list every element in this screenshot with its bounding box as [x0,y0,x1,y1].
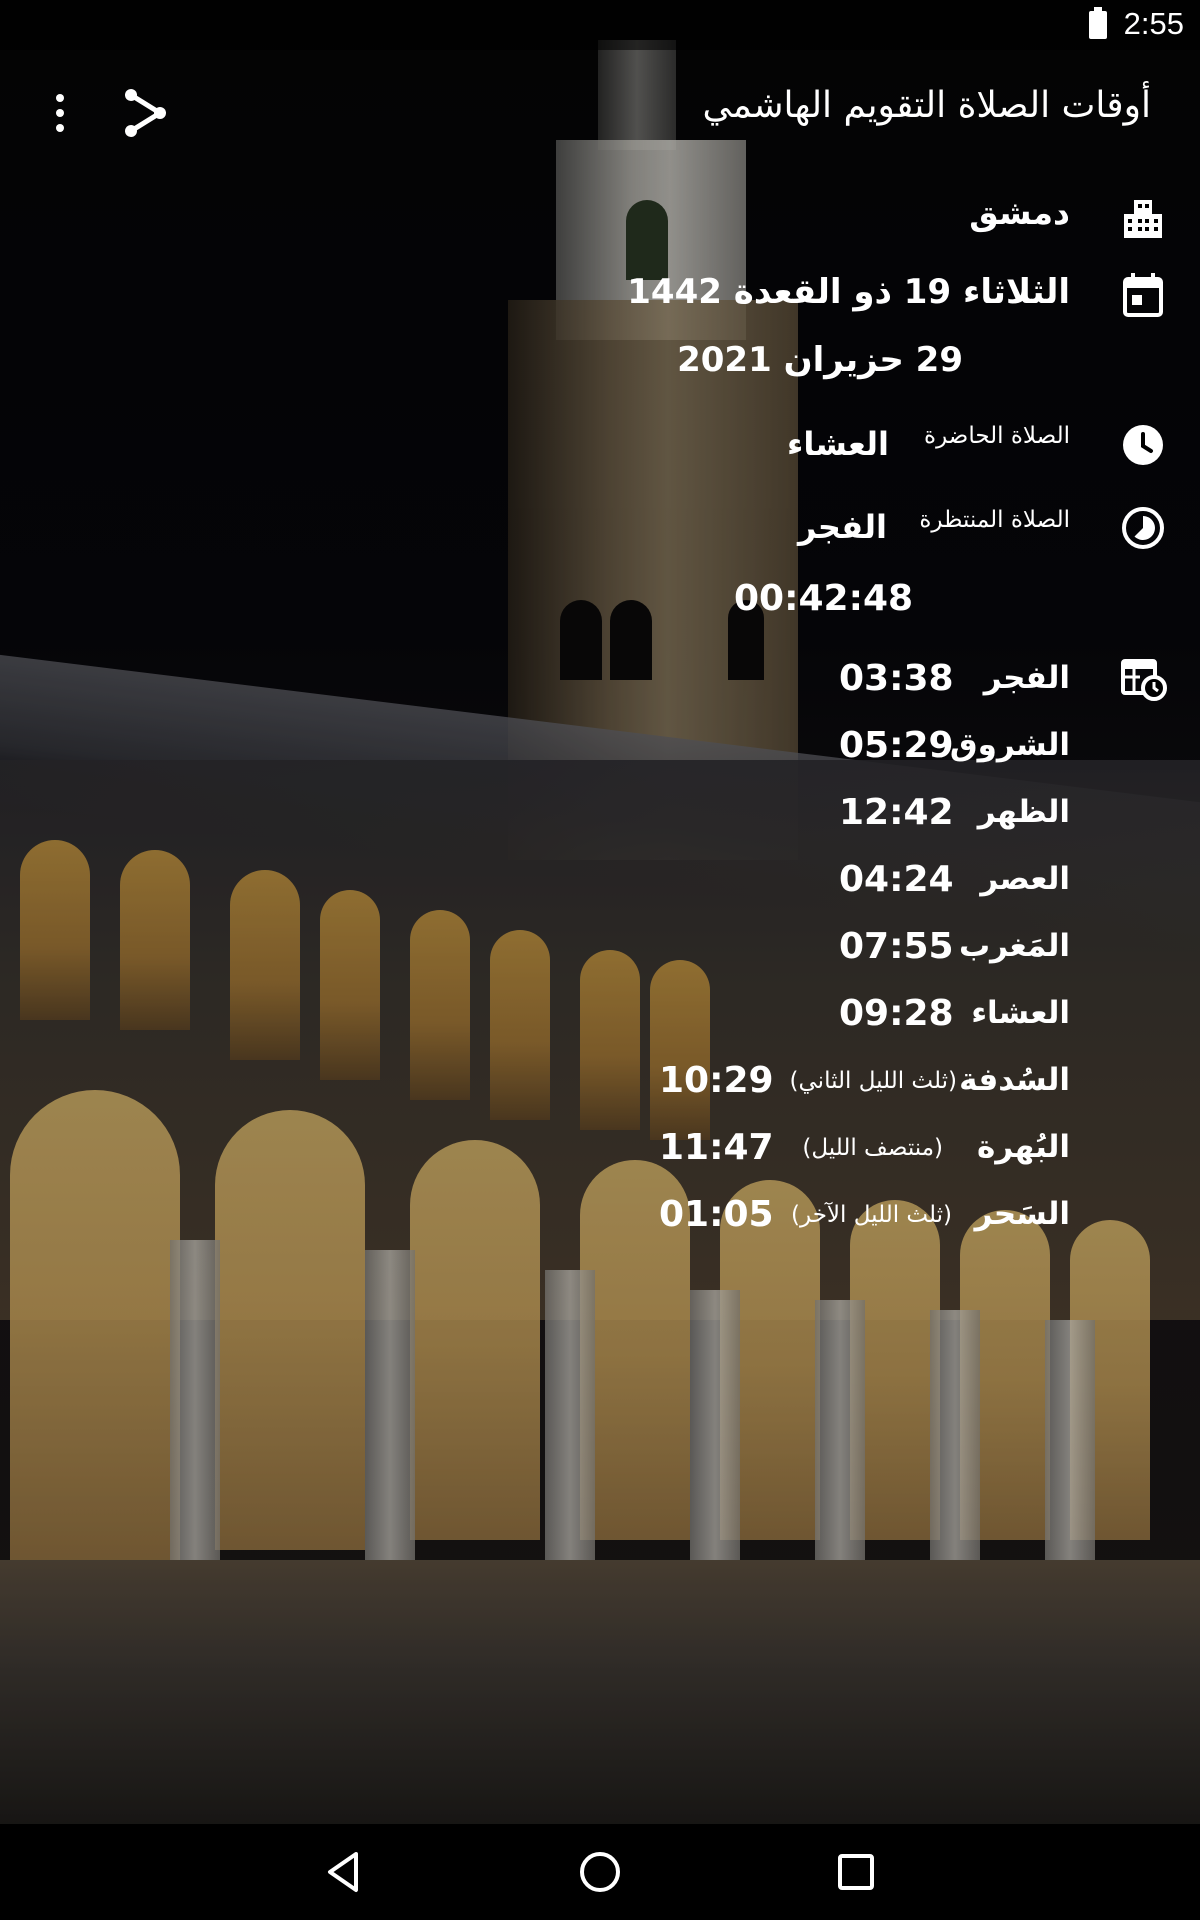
next-prayer-label: الصلاة المنتظرة [919,507,1070,533]
hijri-date: الثلاثاء 19 ذو القعدة 1442 [627,272,1070,312]
battery-icon [1089,7,1107,39]
status-clock: 2:55 [1123,6,1184,41]
app-title: أوقات الصلاة التقويم الهاشمي [702,85,1151,126]
prayer-note: (ثلث الليل الثاني) [789,1068,957,1094]
prayer-name: المَغرب [959,928,1070,964]
next-prayer-value: الفجر [798,508,887,546]
calendar-icon [1118,270,1168,320]
prayer-name: الشروق [949,727,1070,763]
current-prayer-value: العشاء [787,425,889,463]
prayer-time: 07:55 [839,926,954,967]
recents-square-icon [838,1854,874,1890]
schedule-calendar-icon [1118,653,1168,703]
prayer-time: 01:05 [659,1194,774,1235]
home-button[interactable] [572,1844,628,1900]
more-vertical-icon [56,94,64,132]
prayer-name: السَحر [974,1196,1070,1232]
prayer-time: 04:24 [839,859,954,900]
prayer-note: (منتصف الليل) [802,1135,943,1161]
gregorian-date: 29 حزيران 2021 [677,340,963,380]
home-circle-icon [580,1852,620,1892]
back-button[interactable] [316,1844,372,1900]
city-buildings-icon [1118,192,1168,242]
prayer-time: 05:29 [839,725,954,766]
prayer-name: الظهر [977,794,1070,830]
prayer-name: البُهرة [977,1129,1070,1165]
next-prayer-countdown: 00:42:48 [734,578,914,619]
prayer-name: الفجر [983,660,1070,696]
status-bar: 2:55 [0,0,1200,50]
prayer-times-screen: 2:55 أوقات الصلاة التقويم الهاشمي دمشق ا… [0,0,1200,1920]
prayer-time: 09:28 [839,993,954,1034]
timelapse-icon [1118,503,1168,553]
share-icon [125,89,166,137]
app-bar: أوقات الصلاة التقويم الهاشمي [0,50,1200,174]
prayer-note: (ثلث الليل الآخر) [791,1202,952,1228]
prayer-name: العصر [980,861,1070,897]
overflow-menu-button[interactable] [40,88,80,138]
prayer-name: السُدفة [959,1062,1070,1098]
recents-button[interactable] [828,1844,884,1900]
prayer-time: 12:42 [839,792,954,833]
prayer-time: 03:38 [839,658,954,699]
prayer-time: 10:29 [659,1060,774,1101]
current-prayer-label: الصلاة الحاضرة [924,423,1070,449]
system-navigation-bar [0,1824,1200,1920]
city-name: دمشق [969,193,1070,232]
prayer-name: العشاء [971,995,1070,1031]
clock-icon [1118,420,1168,470]
back-triangle-icon [328,1852,358,1892]
prayer-time: 11:47 [659,1127,774,1168]
share-button[interactable] [118,86,172,140]
